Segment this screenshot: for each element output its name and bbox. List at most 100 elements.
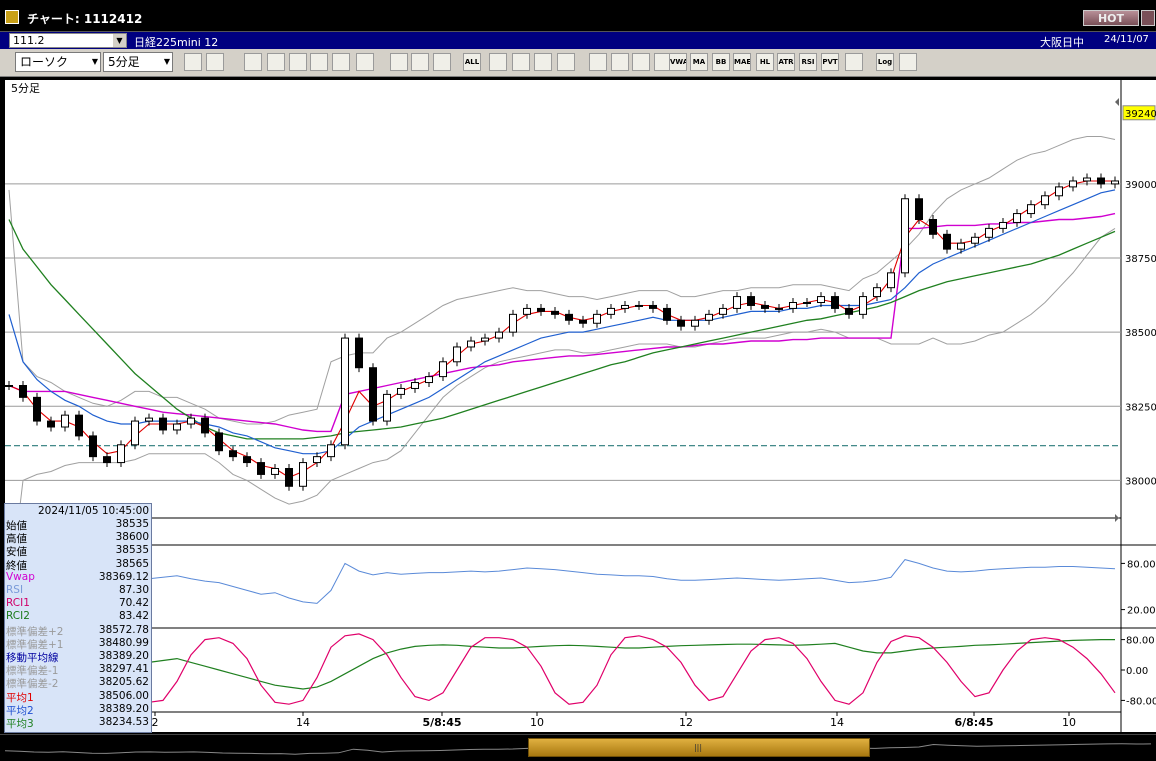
info-row-label: Vwap [6,570,35,583]
chart-type-select[interactable]: ローソク ▼ [15,52,101,72]
trash-icon[interactable] [356,53,374,71]
candle-body [593,313,601,324]
candle-body [327,444,335,458]
candle-body [803,302,811,304]
candle-body [509,313,517,333]
candle-body [551,310,559,315]
price-axis-labels: 39240 39000 38750 38500 38250 38000 [1122,105,1156,487]
trendline-icon[interactable] [267,53,285,71]
chart-type-value: ローソク [20,55,69,69]
chart-svg[interactable]: 5分足 39240 39000 38750 38500 38250 38000 80.00… [5,80,1156,732]
candle-body [537,307,545,312]
undo-icon[interactable] [310,53,328,71]
candle-left-icon[interactable] [390,53,408,71]
candle-body [201,417,209,434]
candle-body [957,242,965,250]
bb-icon[interactable]: BB [712,53,730,71]
chevron-down-icon[interactable]: ▼ [113,34,126,47]
candle-right-icon[interactable] [411,53,429,71]
wrench-icon[interactable] [632,53,650,71]
info-row-value: 38389.20 [98,650,149,662]
window-icon[interactable] [845,53,863,71]
vwap-icon[interactable]: VWAP [669,53,687,71]
bar-chart-icon[interactable] [534,53,552,71]
candle-body [1083,177,1091,182]
candle-body [425,376,433,384]
pencil-icon[interactable] [244,53,262,71]
candle-body [887,272,895,289]
time-tick-label: 10 [530,716,544,729]
info-row: 平均1 38506.00 [5,690,151,704]
info-row: 平均3 38234.53 [5,716,151,730]
candle-body [635,304,643,307]
zoom-icon[interactable] [184,53,202,71]
info-row-value: 83.42 [118,610,149,623]
candle-body [439,361,447,378]
candle-body [943,233,951,250]
candle-body [579,319,587,324]
cursor-icon[interactable] [289,53,307,71]
info-row-value: 70.42 [118,597,149,610]
candle-body [1097,177,1105,185]
hl-icon[interactable]: HL [756,53,774,71]
time-tick-label: 10 [1062,716,1076,729]
grid-icon[interactable] [206,53,224,71]
rsi-icon[interactable]: RSI [799,53,817,71]
ma-icon[interactable]: MA [690,53,708,71]
rsi-tick-label: 20.00 [1127,606,1156,617]
app-icon [5,10,19,24]
toolbar: ローソク ▼ 5分足 ▼ ALL VWAPMABBMAE HLATRRSIPVT Log [0,49,1156,77]
info-row: 平均2 38389.20 [5,703,151,717]
candle-body [677,319,685,327]
candle-body [187,417,195,425]
candle-body [33,396,41,422]
stamp-icon[interactable] [589,53,607,71]
search-chart-icon[interactable] [512,53,530,71]
hot-button[interactable]: HOT [1083,10,1139,26]
candle-body [467,340,475,348]
candle-body [663,307,671,321]
info-row: 標準偏差-1 38297.41 [5,663,151,677]
candle-body [915,198,923,220]
price-tick-label: 39240 [1125,109,1156,120]
candle-body [705,313,713,321]
candle-body [383,393,391,422]
scroll-thumb[interactable]: ||| [528,738,870,757]
chart-scrollbar[interactable]: ||| [0,734,1156,760]
candle-body [495,331,503,339]
pvt-icon[interactable]: PVT [821,53,839,71]
exit-icon[interactable] [899,53,917,71]
candle-body [145,417,153,422]
timeframe-value: 5分足 [108,55,140,69]
print-icon[interactable] [332,53,350,71]
candle-body [481,337,489,342]
info-row-value: 38600 [115,531,149,544]
instrument-code: 111.2 [13,34,45,47]
log-icon[interactable]: Log [876,53,894,71]
instrument-code-combobox[interactable]: 111.2 ▼ [9,33,127,48]
window-title: チャート: 1112412 [27,12,143,26]
chart-area[interactable]: 5分足 39240 39000 38750 38500 38250 38000 80.00… [5,80,1156,732]
candle-body [1055,186,1063,197]
candle-body [271,468,279,475]
chevron-down-icon: ▼ [163,57,170,66]
rci-tick-label: 0.00 [1126,666,1148,677]
timeframe-select[interactable]: 5分足 ▼ [103,52,173,72]
close-button[interactable] [1141,10,1155,26]
candle-body [761,304,769,309]
candle-body [733,296,741,309]
info-row-value: 38572.78 [98,623,149,636]
candle-body [789,302,797,309]
info-row: RCI1 70.42 [5,597,151,610]
candle-add-icon[interactable] [433,53,451,71]
chip-icon[interactable] [611,53,629,71]
candle-body [397,387,405,395]
time-tick-label: 12 [679,716,693,729]
plusminus-icon[interactable] [557,53,575,71]
candle-body [411,382,419,389]
mae-icon[interactable]: MAE [733,53,751,71]
show-all-icon[interactable]: ALL [463,53,481,71]
bird-icon[interactable] [489,53,507,71]
info-row: 標準偏差-2 38205.62 [5,676,151,690]
atr-icon[interactable]: ATR [777,53,795,71]
